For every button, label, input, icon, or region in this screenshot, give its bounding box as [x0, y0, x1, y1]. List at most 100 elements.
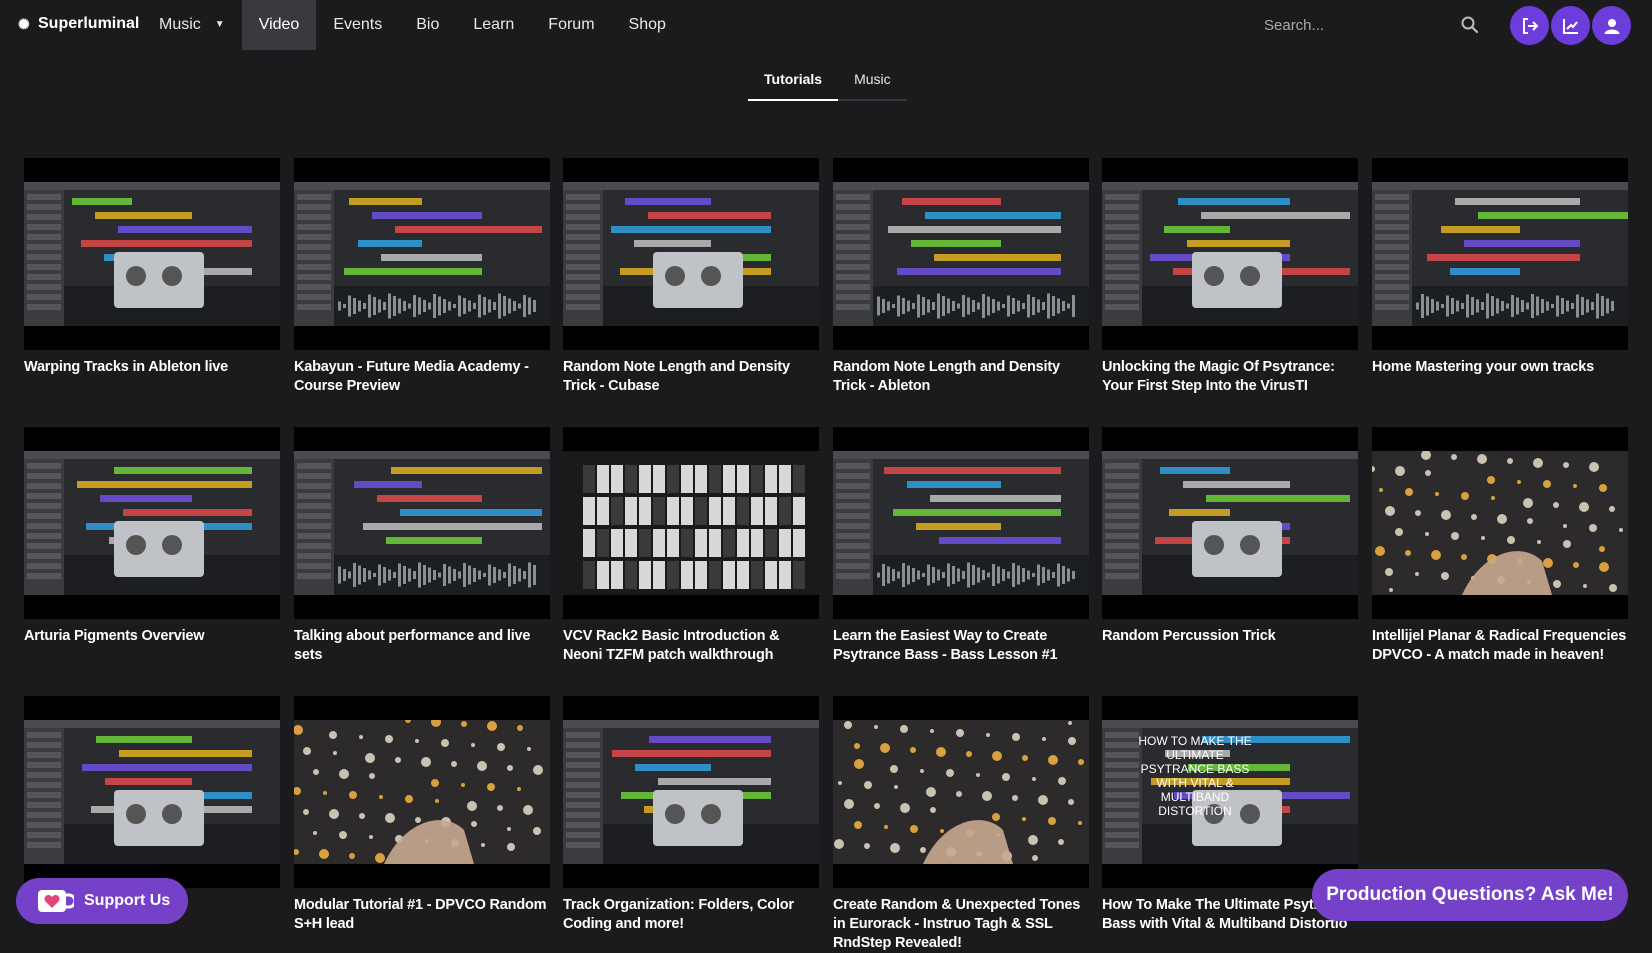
- video-title[interactable]: Intellijel Planar & Radical Frequencies …: [1372, 627, 1628, 665]
- thumbnail-screenshot: [24, 451, 280, 595]
- thumbnail-screenshot: [1372, 451, 1628, 595]
- thumbnail-screenshot: [1102, 182, 1358, 326]
- video-title[interactable]: Home Mastering your own tracks: [1372, 358, 1628, 377]
- video-card[interactable]: Random Note Length and Density Trick - A…: [833, 158, 1089, 396]
- video-thumbnail[interactable]: [563, 427, 819, 619]
- caret-down-icon[interactable]: ▼: [215, 0, 225, 50]
- search-box: [1256, 10, 1496, 42]
- thumbnail-screenshot: [294, 182, 550, 326]
- nav-item-events[interactable]: Events: [316, 0, 399, 50]
- video-title[interactable]: Warping Tracks in Ableton live: [24, 358, 280, 377]
- video-thumbnail[interactable]: [1102, 427, 1358, 619]
- thumbnail-screenshot: [563, 182, 819, 326]
- search-icon[interactable]: [1460, 15, 1480, 35]
- tab-music[interactable]: Music: [838, 66, 907, 99]
- video-title[interactable]: Arturia Pigments Overview: [24, 627, 280, 646]
- video-title[interactable]: Random Note Length and Density Trick - C…: [563, 358, 819, 396]
- video-thumbnail[interactable]: [563, 158, 819, 350]
- video-title[interactable]: Track Organization: Folders, Color Codin…: [563, 896, 819, 934]
- nav-label: Forum: [548, 16, 595, 33]
- video-title[interactable]: Talking about performance and live sets: [294, 627, 550, 665]
- nav-item-music[interactable]: Music ▼: [142, 0, 242, 50]
- video-thumbnail[interactable]: HOW TO MAKE THE ULTIMATE PSYTRANCE BASS …: [1102, 696, 1358, 888]
- video-title[interactable]: Create Random & Unexpected Tones in Euro…: [833, 896, 1089, 953]
- nav-label: Shop: [628, 16, 666, 33]
- video-card[interactable]: Warping Tracks in Ableton live: [24, 158, 280, 377]
- thumbnail-screenshot: [24, 182, 280, 326]
- video-card[interactable]: Random Percussion Trick: [1102, 427, 1358, 646]
- video-title[interactable]: VCV Rack2 Basic Introduction & Neoni TZF…: [563, 627, 819, 665]
- video-title[interactable]: Random Note Length and Density Trick - A…: [833, 358, 1089, 396]
- video-thumbnail[interactable]: [24, 158, 280, 350]
- video-thumbnail[interactable]: [294, 696, 550, 888]
- nav-label: Events: [333, 16, 383, 33]
- video-thumbnail[interactable]: [833, 427, 1089, 619]
- thumbnail-screenshot: [833, 720, 1089, 864]
- video-card[interactable]: Random Note Length and Density Trick - C…: [563, 158, 819, 396]
- nav-item-shop[interactable]: Shop: [612, 0, 683, 50]
- nav-label: Music: [159, 16, 201, 33]
- video-title[interactable]: Unlocking the Magic Of Psytrance: Your F…: [1102, 358, 1358, 396]
- video-title[interactable]: Random Percussion Trick: [1102, 627, 1358, 646]
- video-tabs: Tutorials Music: [748, 66, 907, 101]
- video-thumbnail[interactable]: [1102, 158, 1358, 350]
- thumbnail-screenshot: [563, 720, 819, 864]
- video-thumbnail[interactable]: [563, 696, 819, 888]
- thumbnail-screenshot: [833, 182, 1089, 326]
- thumbnail-overlay-text: HOW TO MAKE THE ULTIMATE PSYTRANCE BASS …: [1138, 734, 1252, 818]
- sign-out-icon: [1522, 17, 1538, 34]
- video-card[interactable]: Kabayun - Future Media Academy - Course …: [294, 158, 550, 396]
- thumbnail-screenshot: [833, 451, 1089, 595]
- video-thumbnail[interactable]: [833, 696, 1089, 888]
- stats-button[interactable]: [1551, 6, 1590, 45]
- video-thumbnail[interactable]: [833, 158, 1089, 350]
- user-icon: [1604, 18, 1619, 34]
- video-card[interactable]: Modular Tutorial #1 - DPVCO Random S+H l…: [294, 696, 550, 934]
- heart-cup-icon: [38, 890, 74, 912]
- support-us-button[interactable]: Support Us: [16, 878, 188, 924]
- video-card[interactable]: Track Organization: Folders, Color Codin…: [563, 696, 819, 934]
- video-title[interactable]: Learn the Easiest Way to Create Psytranc…: [833, 627, 1089, 665]
- logout-button[interactable]: [1510, 6, 1549, 45]
- video-thumbnail[interactable]: [1372, 427, 1628, 619]
- video-card[interactable]: VCV Rack2 Basic Introduction & Neoni TZF…: [563, 427, 819, 665]
- nav-label: Learn: [473, 16, 515, 33]
- video-thumbnail[interactable]: [294, 427, 550, 619]
- nav-item-forum[interactable]: Forum: [531, 0, 611, 50]
- video-thumbnail[interactable]: [24, 427, 280, 619]
- video-card[interactable]: Learn the Easiest Way to Create Psytranc…: [833, 427, 1089, 665]
- sun-icon: ✺: [18, 16, 30, 32]
- nav-label: Video: [258, 16, 300, 33]
- search-input[interactable]: [1256, 10, 1472, 40]
- brand-link[interactable]: ✺ Superluminal: [18, 15, 139, 33]
- nav-item-learn[interactable]: Learn: [456, 0, 531, 50]
- video-thumbnail[interactable]: [24, 696, 280, 888]
- video-thumbnail[interactable]: [294, 158, 550, 350]
- video-card[interactable]: Unlocking the Magic Of Psytrance: Your F…: [1102, 158, 1358, 396]
- video-card[interactable]: Arturia Pigments Overview: [24, 427, 280, 646]
- tab-tutorials[interactable]: Tutorials: [748, 66, 839, 101]
- account-button[interactable]: [1592, 6, 1631, 45]
- top-navbar: ✺ Superluminal Music ▼ Video Events Bio L…: [0, 0, 1652, 52]
- thumbnail-screenshot: [563, 451, 819, 595]
- ask-me-button[interactable]: Production Questions? Ask Me!: [1312, 869, 1628, 921]
- chart-icon: [1562, 18, 1578, 34]
- nav-item-video[interactable]: Video: [241, 0, 317, 50]
- thumbnail-screenshot: [294, 720, 550, 864]
- thumbnail-screenshot: [294, 451, 550, 595]
- nav-item-bio[interactable]: Bio: [399, 0, 456, 50]
- video-title[interactable]: Modular Tutorial #1 - DPVCO Random S+H l…: [294, 896, 550, 934]
- video-card[interactable]: Talking about performance and live sets: [294, 427, 550, 665]
- video-thumbnail[interactable]: [1372, 158, 1628, 350]
- main-nav: Music ▼ Video Events Bio Learn Forum Shop: [142, 0, 683, 50]
- brand-name: Superluminal: [38, 15, 140, 32]
- thumbnail-screenshot: [1372, 182, 1628, 326]
- video-card[interactable]: Create Random & Unexpected Tones in Euro…: [833, 696, 1089, 953]
- video-card[interactable]: Home Mastering your own tracks: [1372, 158, 1628, 377]
- thumbnail-screenshot: [24, 720, 280, 864]
- video-card[interactable]: Intellijel Planar & Radical Frequencies …: [1372, 427, 1628, 665]
- thumbnail-screenshot: [1102, 451, 1358, 595]
- support-label: Support Us: [84, 892, 171, 909]
- nav-label: Bio: [416, 16, 440, 33]
- video-title[interactable]: Kabayun - Future Media Academy - Course …: [294, 358, 550, 396]
